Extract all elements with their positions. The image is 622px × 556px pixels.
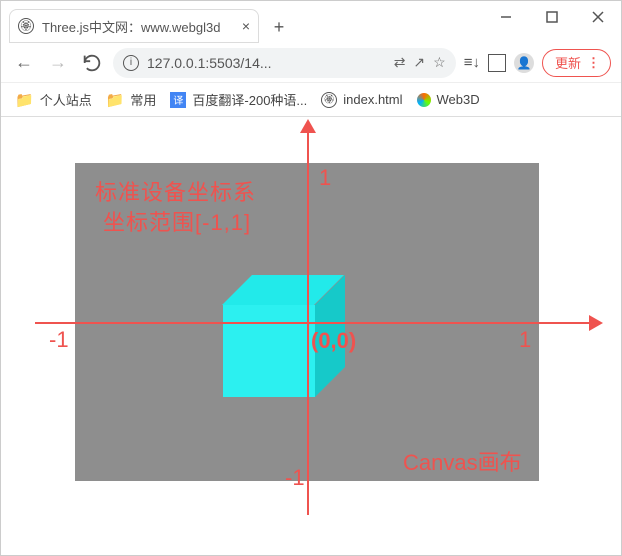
- bookmark-label: index.html: [343, 92, 402, 107]
- globe-icon: 🏵: [321, 92, 337, 108]
- tab-title: Three.js中文网：www.webgl3d: [42, 17, 234, 36]
- x-minus-label: -1: [49, 327, 69, 353]
- close-window-button[interactable]: [575, 1, 621, 33]
- update-label: 更新: [555, 53, 581, 72]
- baidu-translate-icon: 译: [170, 92, 186, 108]
- bookmark-label: 个人站点: [40, 90, 92, 109]
- bookmark-star-icon[interactable]: ☆: [433, 54, 446, 71]
- translate-icon[interactable]: ⇄: [394, 54, 406, 71]
- globe-icon: 🏵: [18, 18, 34, 34]
- reload-button[interactable]: [79, 50, 105, 76]
- y-minus-label: -1: [285, 465, 305, 491]
- site-info-icon[interactable]: i: [123, 55, 139, 71]
- bookmark-item[interactable]: 📁 个人站点: [15, 90, 92, 109]
- bookmark-label: 常用: [130, 90, 156, 109]
- bookmark-label: 百度翻译-200种语...: [192, 90, 307, 109]
- y-axis-line: [307, 131, 309, 515]
- minimize-button[interactable]: [483, 1, 529, 33]
- extensions-icon[interactable]: [488, 54, 506, 72]
- bookmark-item[interactable]: 🏵 index.html: [321, 92, 402, 108]
- new-tab-button[interactable]: +: [265, 13, 293, 41]
- back-button[interactable]: ←: [11, 50, 37, 76]
- maximize-button[interactable]: [529, 1, 575, 33]
- y-axis-arrow-icon: [300, 119, 316, 133]
- browser-tab[interactable]: 🏵 Three.js中文网：www.webgl3d ×: [9, 9, 259, 43]
- update-button[interactable]: 更新 ⋮: [542, 49, 611, 77]
- bookmark-bar: 📁 个人站点 📁 常用 译 百度翻译-200种语... 🏵 index.html…: [1, 83, 621, 117]
- share-icon[interactable]: ↗: [413, 54, 425, 71]
- bookmark-item[interactable]: 📁 常用: [106, 90, 157, 109]
- folder-icon: 📁: [15, 91, 34, 109]
- menu-dots-icon[interactable]: ⋮: [587, 55, 600, 71]
- forward-button[interactable]: →: [45, 50, 71, 76]
- window-titlebar: 🏵 Three.js中文网：www.webgl3d × +: [1, 1, 621, 43]
- origin-label: (0,0): [311, 328, 356, 354]
- window-controls: [483, 1, 621, 33]
- profile-avatar-icon[interactable]: 👤: [514, 53, 534, 73]
- url-box[interactable]: i 127.0.0.1:5503/14... ⇄ ↗ ☆: [113, 48, 456, 78]
- close-tab-button[interactable]: ×: [242, 18, 250, 34]
- y-plus-label: 1: [319, 165, 331, 191]
- bookmark-item[interactable]: 译 百度翻译-200种语...: [170, 90, 307, 109]
- x-axis-line: [35, 322, 589, 324]
- address-bar: ← → i 127.0.0.1:5503/14... ⇄ ↗ ☆ ≡↓ 👤 更新…: [1, 43, 621, 83]
- x-axis-arrow-icon: [589, 315, 603, 331]
- folder-icon: 📁: [106, 91, 125, 109]
- url-text: 127.0.0.1:5503/14...: [147, 55, 386, 71]
- diagram-title: 标准设备坐标系: [95, 175, 256, 207]
- reading-list-icon[interactable]: ≡↓: [464, 54, 480, 71]
- page-content: 标准设备坐标系 坐标范围[-1,1] (0,0) 1 -1 1 -1 Canva…: [1, 117, 621, 555]
- x-plus-label: 1: [519, 327, 531, 353]
- canvas-label: Canvas画布: [403, 445, 522, 477]
- bookmark-label: Web3D: [437, 92, 480, 107]
- diagram-subtitle: 坐标范围[-1,1]: [103, 205, 251, 237]
- bookmark-item[interactable]: Web3D: [417, 92, 480, 107]
- web3d-icon: [417, 93, 431, 107]
